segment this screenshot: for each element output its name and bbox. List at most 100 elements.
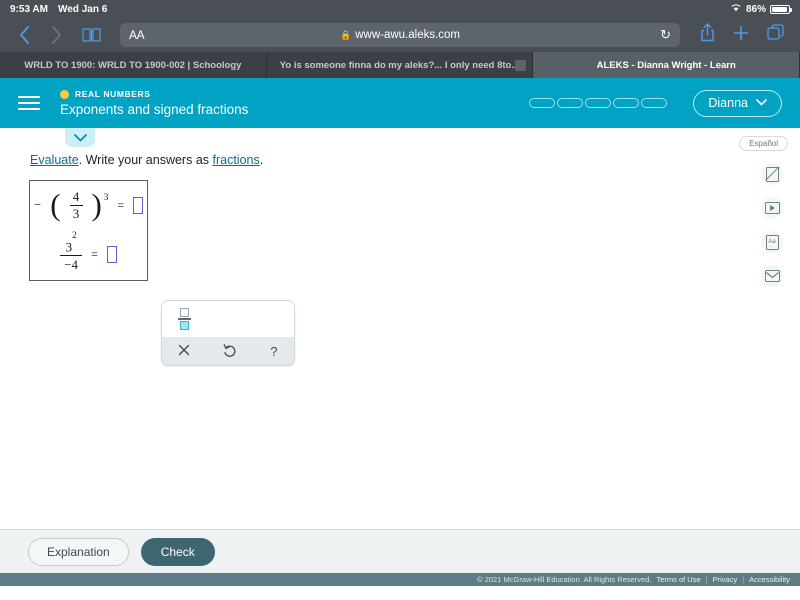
calculator-disabled-icon[interactable] [761,163,783,185]
new-tab-icon[interactable] [726,25,756,46]
undo-icon[interactable] [223,343,237,360]
wifi-icon [730,3,742,15]
problem-2: 32 −4 = [60,239,117,272]
topic-status-dot [60,90,69,99]
envelope-glyph [765,270,780,282]
right-paren: ) [92,191,102,219]
reference-glyph: Aa [766,235,779,250]
evaluate-link[interactable]: Evaluate [30,153,79,167]
topic-label: REAL NUMBERS [75,89,151,99]
answer-input-1[interactable] [133,197,143,214]
progress-segment [641,98,667,108]
numerator: 4 [70,190,83,204]
fraction-numerator-slot[interactable] [180,308,189,317]
user-name: Dianna [708,96,748,110]
hamburger-menu-icon[interactable] [18,96,40,110]
clear-icon[interactable] [178,344,190,359]
instruction-end: . [260,153,263,167]
address-bar[interactable]: AA 🔒 www-awu.aleks.com ↻ [120,23,680,47]
action-bar: Explanation Check [0,529,800,573]
progress-segment [557,98,583,108]
footer-separator: | [706,575,708,584]
fraction-bar [60,255,82,256]
progress-segment [529,98,555,108]
share-icon[interactable] [692,23,722,47]
equals-sign: = [91,247,98,262]
fractions-link[interactable]: fractions [213,153,260,167]
text-size-button[interactable]: AA [129,28,144,42]
copyright-text: © 2021 McGraw-Hill Education. All Rights… [477,575,651,584]
instruction-text: Evaluate. Write your answers as fraction… [30,153,263,167]
battery-icon [770,5,790,14]
tabs-overview-icon[interactable] [760,24,790,46]
instruction-middle: . Write your answers as [79,153,213,167]
status-date: Wed Jan 6 [58,4,107,15]
keypad-actions-row: ? [162,337,294,365]
header-titles: REAL NUMBERS Exponents and signed fracti… [60,89,248,117]
keypad-templates-row [162,301,294,337]
footer-separator: | [742,575,744,584]
safari-tab-bar: WRLD TO 1900: WRLD TO 1900-002 | Schoolo… [0,52,800,78]
safari-toolbar: AA 🔒 www-awu.aleks.com ↻ [0,18,800,52]
fraction-4-over-3: 4 3 [70,190,83,221]
question-mark-icon[interactable]: ? [270,344,277,359]
exponent: 3 [104,192,109,202]
equals-sign: = [117,198,124,213]
exercise-content: Español Evaluate. Write your answers as … [0,128,800,529]
url-text: www-awu.aleks.com [355,29,460,41]
privacy-link[interactable]: Privacy [713,575,738,584]
negative-sign: − [34,197,41,213]
calculator-glyph [766,167,779,182]
footer-bar: © 2021 McGraw-Hill Education. All Rights… [0,573,800,586]
play-triangle [770,205,775,211]
user-menu-button[interactable]: Dianna [693,90,782,117]
strike-through [765,167,779,181]
browser-tab-1[interactable]: WRLD TO 1900: WRLD TO 1900-002 | Schoolo… [0,52,267,78]
video-icon[interactable] [761,197,783,219]
browser-tab-3[interactable]: ALEKS - Dianna Wright - Learn [533,52,800,78]
accessibility-link[interactable]: Accessibility [749,575,790,584]
lock-icon: 🔒 [340,30,351,41]
base: 3 [66,239,73,254]
fraction-template-icon[interactable] [178,308,191,330]
problem-box: − ( 4 3 ) 3 = 32 −4 = [29,180,148,281]
status-time: 9:53 AM [10,4,48,15]
progress-segment [613,98,639,108]
tool-rail: Aa [761,163,783,287]
numerator: 32 [63,239,80,254]
fraction-bar-icon [178,318,191,320]
tab-title: ALEKS - Dianna Wright - Learn [597,60,736,71]
problem-1: − ( 4 3 ) 3 = [34,190,143,221]
reference-icon[interactable]: Aa [761,231,783,253]
fraction-denominator-slot[interactable] [180,321,189,330]
progress-segment [585,98,611,108]
terms-of-use-link[interactable]: Terms of Use [656,575,700,584]
explanation-button[interactable]: Explanation [28,538,129,566]
forward-button[interactable] [42,21,70,49]
ios-status-bar: 9:53 AM Wed Jan 6 86% [0,0,800,18]
espanol-button[interactable]: Español [739,136,788,151]
bookmarks-icon[interactable] [74,27,108,43]
reload-icon[interactable]: ↻ [660,27,671,43]
lesson-title: Exponents and signed fractions [60,102,248,117]
left-paren: ( [50,191,60,219]
browser-tab-2[interactable]: Yo is someone finna do my aleks?... I on… [267,52,534,78]
tab-title: Yo is someone finna do my aleks?... I on… [280,60,520,71]
denominator: −4 [61,258,81,272]
chevron-down-icon [756,98,767,109]
collapse-header-button[interactable] [65,128,95,147]
video-glyph [765,202,780,214]
math-keypad: ? [161,300,295,366]
exponent: 2 [72,230,77,240]
answer-input-2[interactable] [107,246,117,263]
fraction-3sq-over-neg4: 32 −4 [60,239,82,272]
progress-bar [529,98,667,108]
aleks-header: REAL NUMBERS Exponents and signed fracti… [0,78,800,128]
tab-title: WRLD TO 1900: WRLD TO 1900-002 | Schoolo… [24,60,241,71]
denominator: 3 [70,207,83,221]
message-icon[interactable] [761,265,783,287]
close-icon[interactable]: close-icon [515,60,526,71]
check-button[interactable]: Check [141,538,215,566]
back-button[interactable] [10,21,38,49]
battery-percent: 86% [746,4,766,15]
